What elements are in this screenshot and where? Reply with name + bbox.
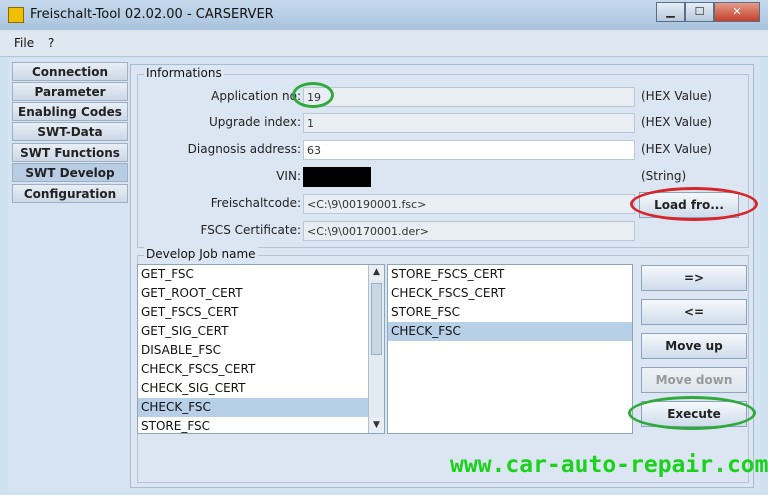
menu-file[interactable]: File	[14, 36, 34, 50]
list-item[interactable]: GET_FSC	[138, 265, 384, 284]
diagnosis-address-label: Diagnosis address:	[187, 142, 301, 156]
tab-parameter[interactable]: Parameter	[12, 82, 128, 101]
vin-label: VIN:	[276, 169, 301, 183]
list-item[interactable]: GET_SIG_CERT	[138, 322, 384, 341]
list-item[interactable]: CHECK_FSCS_CERT	[388, 284, 632, 303]
tab-configuration[interactable]: Configuration	[12, 184, 128, 203]
tab-enabling-codes[interactable]: Enabling Codes	[12, 102, 128, 121]
list-item[interactable]: STORE_FSCS_CERT	[388, 265, 632, 284]
move-up-button[interactable]: Move up	[641, 333, 747, 359]
available-jobs-scrollbar[interactable]: ▲ ▼	[368, 265, 384, 433]
list-item-selected[interactable]: CHECK_FSC	[138, 398, 384, 417]
add-job-button[interactable]: =>	[641, 265, 747, 291]
upgrade-index-field[interactable]: 1	[303, 113, 635, 133]
watermark-text: www.car-auto-repair.com	[450, 452, 768, 478]
selected-jobs-list[interactable]: STORE_FSCS_CERT CHECK_FSCS_CERT STORE_FS…	[387, 264, 633, 434]
list-item[interactable]: GET_FSCS_CERT	[138, 303, 384, 322]
vin-field[interactable]	[303, 167, 371, 187]
freischaltcode-label: Freischaltcode:	[210, 196, 301, 210]
close-icon[interactable]: ✕	[714, 2, 760, 22]
diagnosis-address-unit: (HEX Value)	[641, 142, 712, 156]
minimize-icon[interactable]: ▁	[656, 2, 685, 22]
list-item[interactable]: CHECK_FSCS_CERT	[138, 360, 384, 379]
list-item[interactable]: CHECK_SIG_CERT	[138, 379, 384, 398]
window-title: Freischalt-Tool 02.02.00 - CARSERVER	[30, 7, 274, 22]
tab-swt-develop[interactable]: SWT Develop	[12, 163, 128, 182]
application-no-unit: (HEX Value)	[641, 89, 712, 103]
list-item[interactable]: STORE_FSC	[138, 417, 384, 433]
application-no-field[interactable]: 19	[303, 87, 635, 107]
list-item[interactable]: DISABLE_FSC	[138, 341, 384, 360]
title-bar[interactable]: Freischalt-Tool 02.02.00 - CARSERVER ▁ ☐…	[0, 0, 768, 30]
tab-swt-functions[interactable]: SWT Functions	[12, 143, 128, 162]
vin-unit: (String)	[641, 169, 687, 183]
application-no-label: Application no:	[211, 89, 301, 103]
highlight-circle-application	[292, 82, 334, 108]
available-jobs-list[interactable]: GET_FSC GET_ROOT_CERT GET_FSCS_CERT GET_…	[137, 264, 385, 434]
highlight-circle-load	[630, 187, 758, 221]
scroll-thumb[interactable]	[371, 283, 382, 355]
scroll-down-icon[interactable]: ▼	[369, 418, 384, 433]
list-item-selected[interactable]: CHECK_FSC	[388, 322, 632, 341]
move-down-button[interactable]: Move down	[641, 367, 747, 393]
list-item[interactable]: GET_ROOT_CERT	[138, 284, 384, 303]
upgrade-index-unit: (HEX Value)	[641, 115, 712, 129]
highlight-circle-execute	[628, 396, 756, 430]
menu-bar: File ?	[0, 30, 768, 57]
diagnosis-address-field[interactable]: 63	[303, 140, 635, 160]
freischaltcode-field[interactable]: <C:\9\00190001.fsc>	[303, 194, 635, 214]
list-item[interactable]: STORE_FSC	[388, 303, 632, 322]
fscs-certificate-label: FSCS Certificate:	[200, 223, 302, 237]
menu-help[interactable]: ?	[48, 36, 54, 50]
app-icon	[8, 7, 24, 23]
main-content: Connection Parameter Enabling Codes SWT-…	[8, 58, 760, 492]
fscs-certificate-field[interactable]: <C:\9\00170001.der>	[303, 221, 635, 241]
scroll-up-icon[interactable]: ▲	[369, 265, 384, 280]
tab-swt-data[interactable]: SWT-Data	[12, 122, 128, 141]
develop-job-title: Develop Job name	[144, 247, 258, 261]
remove-job-button[interactable]: <=	[641, 299, 747, 325]
app-window: Freischalt-Tool 02.02.00 - CARSERVER ▁ ☐…	[0, 0, 768, 495]
maximize-icon[interactable]: ☐	[685, 2, 714, 22]
upgrade-index-label: Upgrade index:	[209, 115, 301, 129]
informations-title: Informations	[144, 66, 224, 80]
tab-connection[interactable]: Connection	[12, 62, 128, 81]
